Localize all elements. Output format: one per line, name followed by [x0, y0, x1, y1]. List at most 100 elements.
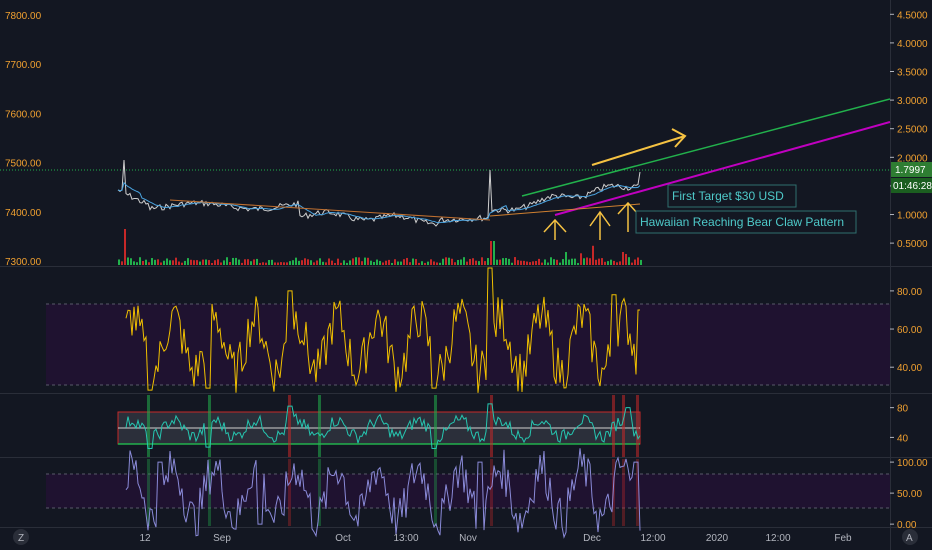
volume-bar [427, 261, 429, 265]
volume-bar [544, 259, 546, 265]
volume-bar [535, 260, 537, 265]
time-axis-label: 12:00 [765, 533, 790, 544]
time-axis-label: 12:00 [640, 533, 665, 544]
right-axis-tick: 0.5000 [897, 239, 928, 250]
volume-bar [631, 262, 633, 265]
volume-bar [436, 262, 438, 265]
volume-bar [316, 260, 318, 265]
volume-bar [217, 259, 219, 265]
volume-bar [151, 258, 153, 265]
volume-bar [514, 257, 516, 265]
volume-bar [133, 261, 135, 265]
trading-chart[interactable]: First Target $30 USD Hawaiian Reaching B… [0, 0, 932, 550]
left-axis-tick: 7700.00 [5, 60, 42, 71]
osc-axis-tick: 40 [897, 433, 909, 444]
volume-bar [256, 258, 258, 265]
volume-bar [163, 260, 165, 265]
osc-axis-tick: 80.00 [897, 287, 922, 298]
volume-bar [331, 260, 333, 265]
volume-bar [190, 259, 192, 265]
osc-axis-tick: 40.00 [897, 363, 922, 374]
right-axis-tick: 2.5000 [897, 125, 928, 136]
volume-bar [319, 258, 321, 265]
volume-bar [124, 229, 126, 265]
volume-bar [502, 258, 504, 265]
last-value-label: 1.7997 [895, 165, 926, 176]
volume-bar [226, 257, 228, 265]
volume-bar [586, 257, 588, 265]
osc-axis-tick: 100.00 [897, 458, 928, 469]
left-axis-tick: 7500.00 [5, 159, 42, 170]
volume-bar [265, 262, 267, 265]
volume-bar [550, 257, 552, 265]
target-annotation: First Target $30 USD [672, 189, 784, 203]
countdown-label: 01:46:28 [893, 181, 932, 192]
up-arrow-3 [617, 201, 639, 232]
time-axis-label: 2020 [706, 533, 729, 544]
signal-bar [636, 395, 639, 457]
volume-bar [568, 259, 570, 265]
volume-bar [235, 257, 237, 265]
volume-bar [313, 262, 315, 265]
volume-bar [157, 259, 159, 265]
volume-bar [238, 259, 240, 265]
volume-bar [487, 258, 489, 265]
volume-bar [469, 258, 471, 265]
volume-bar [433, 261, 435, 265]
time-axis[interactable]: 12 Sep Oct 13:00 Nov Dec 12:00 2020 12:00 Feb [139, 533, 852, 544]
volume-bar [409, 262, 411, 265]
volume-bar [556, 259, 558, 265]
volume-bar [244, 259, 246, 265]
volume-bar [292, 260, 294, 265]
volume-bar [196, 260, 198, 265]
volume-bar [526, 261, 528, 265]
volume-bar [583, 258, 585, 265]
volume-bar [337, 258, 339, 265]
volume-bar [343, 260, 345, 265]
volume-bar [430, 259, 432, 265]
volume-bar [592, 245, 594, 265]
volume-bar [373, 261, 375, 265]
volume-bar [193, 260, 195, 265]
volume-bar [589, 258, 591, 265]
volume-bar [229, 261, 231, 265]
oscillator-axes[interactable]: 80.00 60.00 40.00 80 40 100.00 50.00 0.00 [890, 287, 928, 531]
osc-axis-tick: 80 [897, 404, 909, 415]
volume-bar [214, 260, 216, 265]
right-axis-tick: 4.0000 [897, 39, 928, 50]
volume-bar [448, 257, 450, 265]
volume-bar [421, 261, 423, 265]
volume-bar [490, 241, 492, 265]
left-axis-tick: 7800.00 [5, 11, 42, 22]
volume-bar [625, 253, 627, 265]
signal-bar [318, 395, 321, 457]
left-price-axis[interactable]: 7800.00 7700.00 7600.00 7500.00 7400.00 7300.… [5, 11, 42, 268]
volume-bar [175, 257, 177, 265]
volume-bar [169, 260, 171, 265]
volume-bar [418, 262, 420, 265]
volume-bar [457, 259, 459, 265]
signal-bar [288, 459, 291, 526]
volume-bar [619, 261, 621, 265]
volume-bar [499, 259, 501, 265]
volume-bar [118, 259, 120, 265]
volume-bar [604, 261, 606, 265]
volume-bar [571, 258, 573, 265]
signal-bar [288, 395, 291, 457]
volume-bar [493, 241, 495, 265]
time-axis-label: Oct [335, 533, 351, 544]
volume-bar [160, 262, 162, 265]
volume-bar [166, 258, 168, 265]
volume-bar [277, 262, 279, 265]
volume-bar [208, 260, 210, 265]
right-scale-axis[interactable]: 4.50004.00003.50003.00002.50002.00001.50… [890, 10, 928, 250]
volume-bar [517, 260, 519, 265]
volume-bar [607, 261, 609, 265]
volume-bar [508, 258, 510, 265]
pattern-annotation: Hawaiian Reaching Bear Claw Pattern [640, 215, 844, 229]
volume-bar [328, 258, 330, 265]
volume-bar [364, 257, 366, 265]
volume-bar [529, 262, 531, 265]
volume-bar [322, 261, 324, 265]
osc1-band [46, 304, 890, 385]
